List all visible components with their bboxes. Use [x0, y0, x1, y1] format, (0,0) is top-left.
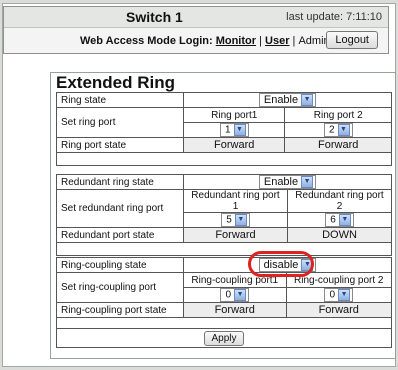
access-mode: Web Access Mode Login: Monitor | User | …	[80, 35, 330, 47]
coupling-port1-value: 0	[225, 289, 232, 301]
coupling-port1-select[interactable]: 0 ▼	[220, 288, 250, 302]
last-update-text: last update: 7:11:10	[286, 11, 382, 23]
redundant-state-value: Enable	[263, 176, 299, 188]
separator: |	[259, 35, 262, 47]
coupling-port2-select[interactable]: 0 ▼	[324, 288, 354, 302]
ring-port1-value: 1	[224, 124, 231, 136]
coupling-port2-state: Forward	[285, 302, 392, 318]
title-bar: Switch 1 last update: 7:11:10	[4, 7, 388, 28]
chevron-down-icon: ▼	[234, 214, 247, 226]
coupling-port1-state: Forward	[183, 302, 287, 318]
ring-port2-header: Ring port 2	[284, 107, 392, 123]
admin-mode: Admin	[298, 35, 330, 47]
monitor-link[interactable]: Monitor	[216, 35, 256, 47]
ring-state-label: Ring state	[56, 92, 184, 108]
chevron-down-icon: ▼	[234, 289, 247, 301]
apply-button[interactable]: Apply	[204, 330, 244, 346]
ring-port2-state: Forward	[284, 137, 392, 153]
redundant-state-select[interactable]: Enable ▼	[258, 175, 317, 189]
redundant-port1-state: Forward	[183, 227, 288, 243]
coupling-port-state-label: Ring-coupling port state	[56, 302, 184, 318]
access-mode-label: Web Access Mode Login:	[80, 35, 213, 47]
top-bar: Switch 1 last update: 7:11:10 Web Access…	[3, 6, 389, 54]
redundant-port-label: Set redundant ring port	[56, 189, 184, 228]
spacer-row	[56, 152, 392, 166]
separator: |	[292, 35, 296, 47]
ring-state-value: Enable	[263, 94, 299, 106]
spacer-row	[56, 317, 392, 329]
highlight-ellipse	[248, 251, 314, 277]
logout-button[interactable]: Logout	[326, 31, 378, 49]
spacer-row	[56, 242, 392, 256]
redundant-port1-header: Redundant ring port 1	[183, 189, 288, 213]
ring-table: Ring state Enable ▼ Set ring port Ring po…	[56, 92, 392, 166]
coupling-port-label: Set ring-coupling port	[56, 272, 184, 303]
ring-state-select[interactable]: Enable ▼	[258, 93, 317, 107]
ring-port2-select[interactable]: 2 ▼	[323, 123, 353, 137]
device-title: Switch 1	[126, 9, 183, 25]
coupling-state-label: Ring-coupling state	[56, 257, 184, 273]
redundant-port1-select[interactable]: 5 ▼	[221, 213, 250, 227]
coupling-port2-value: 0	[329, 289, 336, 301]
ring-port2-value: 2	[328, 124, 335, 136]
redundant-table: Redundant ring state Enable ▼ Set redunda…	[56, 174, 392, 256]
coupling-table: Ring-coupling state disable ▼ Set ring-co…	[56, 257, 392, 348]
chevron-down-icon: ▼	[338, 214, 351, 226]
ring-port-label: Set ring port	[56, 107, 184, 138]
user-link[interactable]: User	[265, 35, 289, 47]
chevron-down-icon: ▼	[301, 94, 314, 107]
chevron-down-icon: ▼	[338, 289, 351, 301]
ring-port1-select[interactable]: 1 ▼	[219, 123, 249, 137]
page-title: Extended Ring	[56, 73, 176, 92]
redundant-port1-value: 5	[226, 214, 232, 226]
redundant-port2-header: Redundant ring port 2	[287, 189, 392, 213]
redundant-port-state-label: Redundant port state	[56, 227, 184, 243]
ring-port1-header: Ring port1	[182, 107, 286, 123]
redundant-port2-state: DOWN	[287, 227, 392, 243]
login-bar: Web Access Mode Login: Monitor | User | …	[4, 28, 388, 54]
redundant-state-label: Redundant ring state	[56, 174, 184, 190]
chevron-down-icon: ▼	[301, 176, 314, 189]
chevron-down-icon: ▼	[233, 124, 246, 136]
ring-port1-state: Forward	[182, 137, 286, 153]
redundant-port2-select[interactable]: 6 ▼	[325, 213, 354, 227]
ring-port-state-label: Ring port state	[56, 137, 184, 153]
redundant-port2-value: 6	[330, 214, 336, 226]
chevron-down-icon: ▼	[337, 124, 350, 136]
